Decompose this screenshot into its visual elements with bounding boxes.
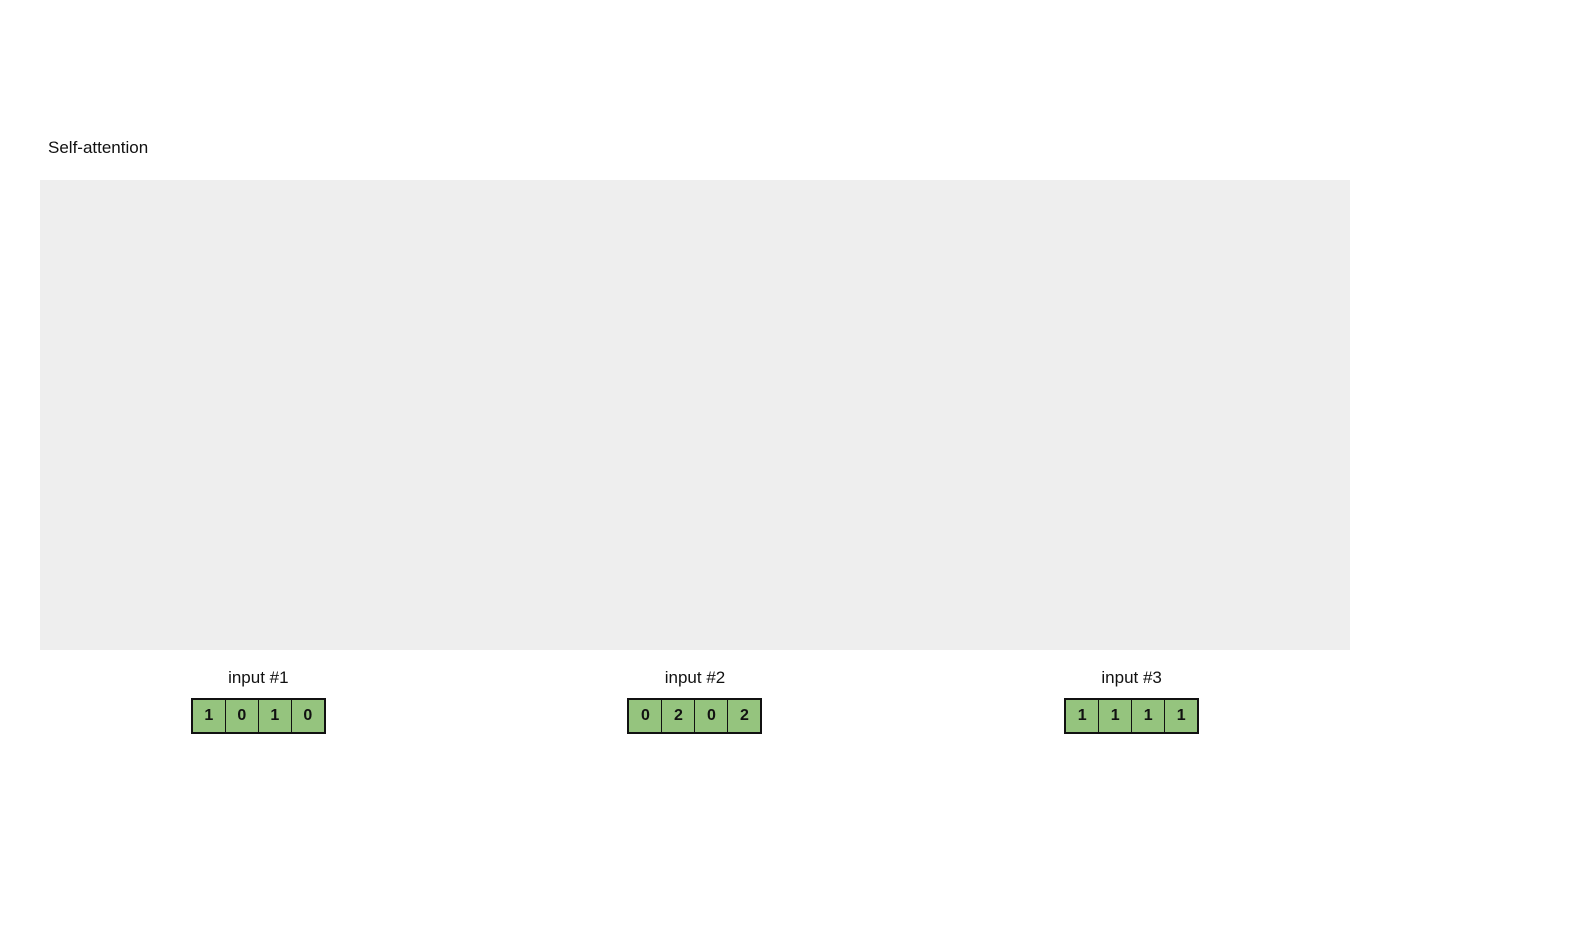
diagram-canvas bbox=[40, 180, 1350, 650]
input-label: input #2 bbox=[665, 668, 726, 688]
vector-cell: 2 bbox=[661, 700, 694, 732]
input-label: input #1 bbox=[228, 668, 289, 688]
diagram-title: Self-attention bbox=[48, 138, 148, 158]
vector-cell: 0 bbox=[225, 700, 258, 732]
inputs-row: input #1 1 0 1 0 input #2 0 2 0 2 input … bbox=[40, 668, 1350, 734]
vector-cell: 0 bbox=[291, 700, 324, 732]
input-vector-1: 1 0 1 0 bbox=[191, 698, 326, 734]
input-label: input #3 bbox=[1101, 668, 1162, 688]
vector-cell: 1 bbox=[1098, 700, 1131, 732]
input-block-3: input #3 1 1 1 1 bbox=[1064, 668, 1199, 734]
vector-cell: 1 bbox=[1066, 700, 1098, 732]
input-vector-2: 0 2 0 2 bbox=[627, 698, 762, 734]
vector-cell: 0 bbox=[629, 700, 661, 732]
input-block-1: input #1 1 0 1 0 bbox=[191, 668, 326, 734]
vector-cell: 1 bbox=[193, 700, 225, 732]
vector-cell: 1 bbox=[1131, 700, 1164, 732]
input-vector-3: 1 1 1 1 bbox=[1064, 698, 1199, 734]
vector-cell: 1 bbox=[258, 700, 291, 732]
input-block-2: input #2 0 2 0 2 bbox=[627, 668, 762, 734]
vector-cell: 2 bbox=[727, 700, 760, 732]
vector-cell: 0 bbox=[694, 700, 727, 732]
vector-cell: 1 bbox=[1164, 700, 1197, 732]
